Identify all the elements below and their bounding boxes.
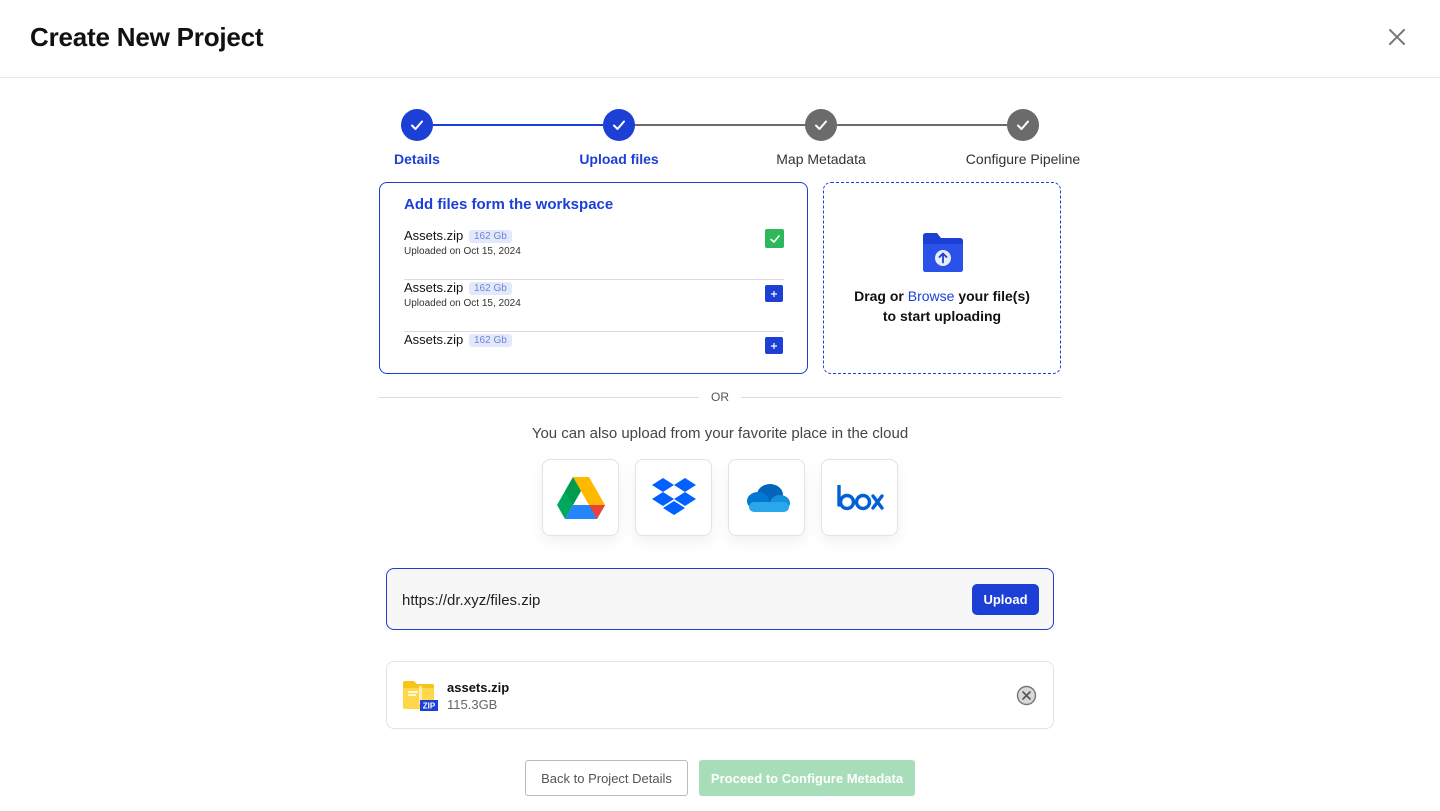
divider-right	[741, 397, 1061, 398]
remove-file-icon[interactable]	[1016, 685, 1037, 706]
file-name: Assets.zip	[404, 332, 464, 347]
proceed-to-configure-metadata-button[interactable]: Proceed to Configure Metadata	[699, 760, 915, 796]
check-icon	[769, 234, 780, 243]
dropbox-icon	[651, 477, 696, 515]
file-size-badge: 162 Gb	[469, 334, 512, 347]
workspace-file-row[interactable]: Assets.zip 162 Gb Uploaded on Oct 15, 20…	[404, 280, 784, 332]
step-label-upload-files[interactable]: Upload files	[579, 151, 658, 167]
step-upload-check-icon[interactable]	[603, 109, 635, 141]
plus-icon	[771, 342, 777, 349]
uploaded-file-item: ZIP assets.zip 115.3GB	[386, 661, 1054, 729]
step-connector-2	[635, 124, 805, 126]
file-dropzone[interactable]: Drag or Browse your file(s) to start upl…	[823, 182, 1061, 374]
workspace-panel-title: Add files form the workspace	[404, 196, 614, 213]
dropzone-instructions: Drag or Browse your file(s) to start upl…	[824, 286, 1060, 326]
workspace-file-row[interactable]: Assets.zip 162 Gb Uploaded on Oct 15, 20…	[404, 228, 784, 280]
box-icon	[836, 484, 884, 510]
step-details-check-icon[interactable]	[401, 109, 433, 141]
google-drive-icon	[556, 476, 605, 519]
upload-button[interactable]: Upload	[972, 584, 1039, 615]
plus-icon	[771, 290, 777, 297]
dropzone-prefix: Drag or	[854, 288, 904, 304]
step-connector-1	[433, 124, 603, 126]
add-file-button[interactable]	[765, 285, 783, 302]
cloud-upload-hint: You can also upload from your favorite p…	[531, 425, 909, 442]
uploaded-file-name: assets.zip	[447, 680, 510, 695]
step-label-map-metadata[interactable]: Map Metadata	[776, 151, 866, 167]
dropzone-line2: to start uploading	[882, 308, 1002, 324]
google-drive-button[interactable]	[542, 459, 619, 536]
close-icon[interactable]	[1382, 22, 1412, 52]
dropbox-button[interactable]	[635, 459, 712, 536]
divider-left	[379, 397, 699, 398]
file-size-badge: 162 Gb	[469, 230, 512, 243]
step-pipeline-check-icon[interactable]	[1007, 109, 1039, 141]
step-label-configure-pipeline[interactable]: Configure Pipeline	[966, 151, 1080, 167]
workspace-file-row[interactable]: Assets.zip 162 Gb	[404, 332, 784, 362]
browse-link[interactable]: Browse	[908, 288, 955, 304]
box-button[interactable]	[821, 459, 898, 536]
file-selected-checkbox[interactable]	[765, 229, 784, 248]
modal-header: Create New Project	[0, 0, 1440, 78]
file-upload-date: Uploaded on Oct 15, 2024	[404, 298, 521, 309]
zip-badge-text: ZIP	[423, 702, 436, 711]
file-upload-date: Uploaded on Oct 15, 2024	[404, 246, 521, 257]
workspace-files-panel: Add files form the workspace Assets.zip …	[379, 182, 808, 374]
add-file-button[interactable]	[765, 337, 783, 354]
zip-file-icon: ZIP	[402, 680, 440, 717]
onedrive-icon	[746, 483, 790, 512]
file-name: Assets.zip	[404, 228, 464, 243]
or-divider-label: OR	[711, 390, 729, 404]
file-size-badge: 162 Gb	[469, 282, 512, 295]
folder-upload-icon	[921, 230, 965, 279]
page-title: Create New Project	[30, 22, 264, 52]
url-input[interactable]	[402, 589, 942, 611]
file-name: Assets.zip	[404, 280, 464, 295]
step-metadata-check-icon[interactable]	[805, 109, 837, 141]
onedrive-button[interactable]	[728, 459, 805, 536]
url-upload-box: Upload	[386, 568, 1054, 630]
back-to-project-details-button[interactable]: Back to Project Details	[525, 760, 688, 796]
dropzone-suffix: your file(s)	[958, 288, 1030, 304]
uploaded-file-size: 115.3GB	[447, 697, 498, 712]
step-connector-3	[837, 124, 1007, 126]
step-label-details[interactable]: Details	[394, 151, 440, 167]
